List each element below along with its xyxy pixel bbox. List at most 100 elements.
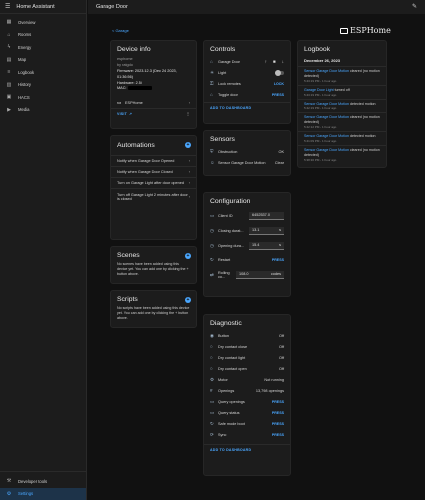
light-toggle[interactable] [275,69,284,76]
log-entry: Sensor Garage Door Motion detected motio… [298,98,386,113]
scenes-card: Scenes + No scenes have been added using… [110,246,197,284]
closing-duration-input[interactable]: 13.1 s [249,226,284,235]
sidebar-item-media[interactable]: ▶ Media [0,104,86,117]
mac-label: MAC: [117,86,128,91]
add-to-dashboard-button[interactable]: ADD TO DASHBOARD [204,445,290,455]
rolling-code-input[interactable]: 108.0 codes [236,270,284,279]
sidebar-item-map[interactable]: ▤ Map [0,54,86,67]
sync-icon: ⟳ [210,431,214,437]
control-row-toggle-door: ⌂ Toggle door PRESS [204,89,290,100]
sidebar-item-settings[interactable]: ⚙ Settings [0,487,86,500]
card-title: Logbook [304,46,331,53]
press-button[interactable]: PRESS [272,411,284,415]
sidebar-item-label: Media [18,107,30,113]
pencil-icon[interactable]: ✎ [412,3,417,10]
config-label: Client ID [218,213,233,218]
automation-item[interactable]: Notify when Garage Door Opened › [111,155,196,166]
scripts-empty-text: No scripts have been added using this de… [117,306,190,321]
sidebar-item-rooms[interactable]: ⌂ Rooms [0,29,86,42]
add-automation-button[interactable]: + [185,142,191,148]
sidebar-item-energy[interactable]: ϟ Energy [0,41,86,54]
diagnostic-row: ▭ Query openings PRESS [204,396,290,407]
log-entity-link[interactable]: Sensor Garage Door Motion [304,115,349,119]
integration-row[interactable]: ▭ ESPHome › [111,97,196,108]
more-icon[interactable]: ⋮ [186,112,190,116]
sensor-label: Obstruction [218,149,238,154]
client-id-input[interactable]: 6452537.0 [249,211,284,220]
opening-duration-input[interactable]: 15.4 s [249,241,284,250]
add-scene-button[interactable]: + [185,253,191,259]
page-title: Garage Door [96,4,128,10]
press-button[interactable]: PRESS [272,93,284,97]
diagnostic-label: Safe mode boot [218,421,245,426]
external-link-icon: ↗ [129,112,133,117]
press-button[interactable]: PRESS [272,400,284,404]
card-title: Automations [117,142,155,149]
diagnostic-row[interactable]: ⚙ Motor Not running [204,374,290,385]
sidebar-item-label: HACS [18,94,30,100]
diagnostic-row[interactable]: ◉ Button Off [204,330,290,341]
sidebar-item-developer-tools[interactable]: ⚒ Developer tools [0,475,86,488]
automation-item[interactable]: Notify when Garage Door Closed › [111,166,196,177]
arrow-up-icon[interactable]: ↑ [265,59,267,64]
arrow-down-icon[interactable]: ↓ [282,59,284,64]
button-icon: ◉ [210,332,214,338]
sensor-row-obstruction[interactable]: ⛨ Obstruction OK [204,146,290,157]
sidebar-item-history[interactable]: ▥ History [0,79,86,92]
config-row-rolling-code: ⇄ Rolling co... 108.0 codes [204,267,290,282]
diagnostic-label: Dry contact light [218,355,246,360]
diagnostic-row[interactable]: ○ Dry contact open Off [204,363,290,374]
automation-item[interactable]: Turn off Garage Light 2 minutes after do… [111,188,196,204]
diagnostic-row[interactable]: ○ Dry contact close Off [204,341,290,352]
diagnostic-label: Openings [218,388,235,393]
log-entity-link[interactable]: Garage Door Light [304,88,334,92]
automation-item[interactable]: Turn on Garage Light after door opened › [111,177,196,188]
visit-link[interactable]: VISIT [117,112,127,116]
add-to-dashboard-button[interactable]: ADD TO DASHBOARD [204,103,290,113]
esphome-logo: ESPHome [340,26,391,35]
press-button[interactable]: PRESS [272,422,284,426]
diagnostic-row[interactable]: # Openings 13,798 openings [204,385,290,396]
log-text: turned off [333,87,350,92]
scenes-empty-text: No scenes have been added using this dev… [117,262,189,277]
control-label: Light [218,70,227,75]
log-entity-link[interactable]: Sensor Garage Door Motion [304,148,349,152]
stop-icon[interactable]: ■ [273,59,276,64]
breadcrumb[interactable]: < Garage [112,28,129,33]
controls-card: Controls ⌂ Garage Door ↑ ■ ↓ ☀ Light ⚿ L… [203,40,291,124]
log-time: 5:43:19 PM - 1 hour ago [304,92,337,97]
diagnostic-row: ⟳ Sync PRESS [204,429,290,440]
device-firmware: Firmware: 2023.12.3 (Dec 24 2023, 01:36:… [117,68,177,79]
sensor-row-motion[interactable]: ☺ Sensor Garage Door Motion Clear [204,157,290,168]
automation-label: Notify when Garage Door Closed [117,170,173,174]
sidebar-item-label: History [18,82,32,88]
diagnostic-card: Diagnostic ◉ Button Off ○ Dry contact close… [203,314,291,476]
config-row-restart: ↻ Restart PRESS [204,253,290,267]
sidebar-item-overview[interactable]: ▦ Overview [0,16,86,29]
log-entity-link[interactable]: Sensor Garage Door Motion [304,69,349,73]
integration-label: ESPHome [125,100,143,105]
control-label: Garage Door [218,59,240,64]
sidebar-item-hacs[interactable]: ▣ HACS [0,91,86,104]
menu-icon[interactable]: ☰ [5,3,10,10]
log-entry: Sensor Garage Door Motion cleared (no mo… [298,66,386,85]
log-entity-link[interactable]: Sensor Garage Door Motion [304,134,349,138]
add-script-button[interactable]: + [185,297,191,303]
log-entity-link[interactable]: Sensor Garage Door Motion [304,102,349,106]
input-value: 13.1 [252,228,260,232]
restart-button[interactable]: PRESS [272,258,284,262]
gear-icon: ⚙ [6,490,12,497]
config-label: Restart [218,258,231,262]
diagnostic-label: Dry contact open [218,366,247,371]
press-button[interactable]: PRESS [272,433,284,437]
sidebar-item-label: Energy [18,44,32,50]
lock-button[interactable]: LOCK [274,82,284,86]
control-label: Toggle door [218,92,238,97]
diagnostic-row[interactable]: ○ Dry contact light Off [204,352,290,363]
sidebar-item-logbook[interactable]: ≡ Logbook [0,66,86,79]
sidebar-item-label: Settings [18,491,34,497]
input-unit: s [279,243,281,247]
device-info-card: Device info esphome by ratgdo Firmware: … [110,40,197,129]
automations-card: Automations + Notify when Garage Door Op… [110,135,197,240]
chevron-right-icon: › [188,194,190,199]
